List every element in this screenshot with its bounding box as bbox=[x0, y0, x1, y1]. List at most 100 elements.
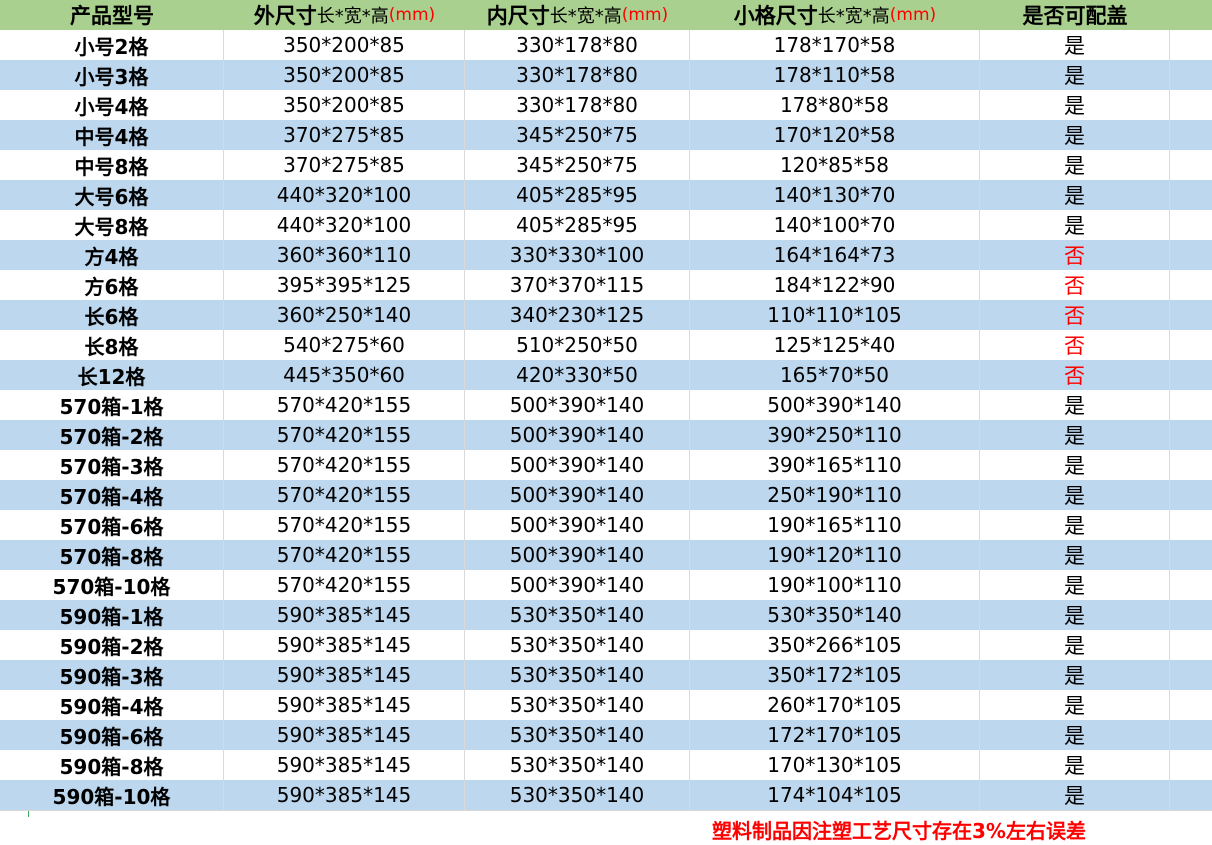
cell-size-cell[interactable]: 350*266*105 bbox=[690, 630, 980, 660]
lid-cell[interactable]: 是 bbox=[980, 420, 1170, 450]
model-cell[interactable]: 小号4格 bbox=[0, 90, 224, 120]
outer-size-cell[interactable]: 570*420*155 bbox=[224, 570, 465, 600]
inner-size-cell[interactable]: 530*350*140 bbox=[465, 600, 690, 630]
empty-cell[interactable] bbox=[1170, 480, 1212, 510]
inner-size-cell[interactable]: 500*390*140 bbox=[465, 570, 690, 600]
model-cell[interactable]: 中号4格 bbox=[0, 120, 224, 150]
cell-size-cell[interactable]: 530*350*140 bbox=[690, 600, 980, 630]
lid-cell[interactable]: 是 bbox=[980, 210, 1170, 240]
inner-size-cell[interactable]: 530*350*140 bbox=[465, 660, 690, 690]
lid-cell[interactable]: 是 bbox=[980, 540, 1170, 570]
empty-cell[interactable] bbox=[1170, 270, 1212, 300]
empty-cell[interactable] bbox=[1170, 90, 1212, 120]
cell-size-cell[interactable]: 390*250*110 bbox=[690, 420, 980, 450]
lid-cell[interactable]: 是 bbox=[980, 390, 1170, 420]
header-cell-size[interactable]: 小格尺寸 长*宽*高 (mm) bbox=[690, 0, 980, 30]
model-cell[interactable]: 590箱-8格 bbox=[0, 750, 224, 780]
inner-size-cell[interactable]: 530*350*140 bbox=[465, 720, 690, 750]
lid-cell[interactable]: 是 bbox=[980, 750, 1170, 780]
outer-size-cell[interactable]: 360*250*140 bbox=[224, 300, 465, 330]
cell-size-cell[interactable]: 174*104*105 bbox=[690, 780, 980, 810]
empty-cell[interactable] bbox=[1170, 450, 1212, 480]
outer-size-cell[interactable]: 440*320*100 bbox=[224, 180, 465, 210]
model-cell[interactable]: 570箱-3格 bbox=[0, 450, 224, 480]
empty-cell[interactable] bbox=[1170, 510, 1212, 540]
outer-size-cell[interactable]: 445*350*60 bbox=[224, 360, 465, 390]
inner-size-cell[interactable]: 500*390*140 bbox=[465, 450, 690, 480]
outer-size-cell[interactable]: 590*385*145 bbox=[224, 660, 465, 690]
model-cell[interactable]: 方6格 bbox=[0, 270, 224, 300]
model-cell[interactable]: 570箱-4格 bbox=[0, 480, 224, 510]
outer-size-cell[interactable]: 590*385*145 bbox=[224, 750, 465, 780]
cell-size-cell[interactable]: 164*164*73 bbox=[690, 240, 980, 270]
inner-size-cell[interactable]: 500*390*140 bbox=[465, 540, 690, 570]
model-cell[interactable]: 570箱-1格 bbox=[0, 390, 224, 420]
cell-size-cell[interactable]: 170*120*58 bbox=[690, 120, 980, 150]
model-cell[interactable]: 方4格 bbox=[0, 240, 224, 270]
empty-cell[interactable] bbox=[1170, 60, 1212, 90]
outer-size-cell[interactable]: 350*200*85 bbox=[224, 60, 465, 90]
cell-size-cell[interactable]: 178*170*58 bbox=[690, 30, 980, 60]
model-cell[interactable]: 590箱-1格 bbox=[0, 600, 224, 630]
lid-cell[interactable]: 是 bbox=[980, 780, 1170, 810]
empty-cell[interactable] bbox=[1170, 240, 1212, 270]
outer-size-cell[interactable]: 570*420*155 bbox=[224, 540, 465, 570]
cell-size-cell[interactable]: 390*165*110 bbox=[690, 450, 980, 480]
cell-size-cell[interactable]: 140*100*70 bbox=[690, 210, 980, 240]
outer-size-cell[interactable]: 570*420*155 bbox=[224, 450, 465, 480]
lid-cell[interactable]: 是 bbox=[980, 630, 1170, 660]
inner-size-cell[interactable]: 330*330*100 bbox=[465, 240, 690, 270]
empty-cell[interactable] bbox=[1170, 420, 1212, 450]
empty-cell[interactable] bbox=[1170, 720, 1212, 750]
lid-cell[interactable]: 是 bbox=[980, 120, 1170, 150]
model-cell[interactable]: 590箱-4格 bbox=[0, 690, 224, 720]
outer-size-cell[interactable]: 590*385*145 bbox=[224, 690, 465, 720]
empty-cell[interactable] bbox=[1170, 600, 1212, 630]
empty-cell[interactable] bbox=[1170, 660, 1212, 690]
outer-size-cell[interactable]: 440*320*100 bbox=[224, 210, 465, 240]
model-cell[interactable]: 长12格 bbox=[0, 360, 224, 390]
outer-size-cell[interactable]: 590*385*145 bbox=[224, 720, 465, 750]
outer-size-cell[interactable]: 590*385*145 bbox=[224, 780, 465, 810]
lid-cell[interactable]: 否 bbox=[980, 300, 1170, 330]
inner-size-cell[interactable]: 420*330*50 bbox=[465, 360, 690, 390]
header-inner-size[interactable]: 内尺寸 长*宽*高 (mm) bbox=[465, 0, 690, 30]
empty-cell[interactable] bbox=[1170, 150, 1212, 180]
header-model[interactable]: 产品型号 bbox=[0, 0, 224, 30]
outer-size-cell[interactable]: 590*385*145 bbox=[224, 630, 465, 660]
lid-cell[interactable]: 是 bbox=[980, 450, 1170, 480]
lid-cell[interactable]: 是 bbox=[980, 150, 1170, 180]
lid-cell[interactable]: 是 bbox=[980, 510, 1170, 540]
lid-cell[interactable]: 是 bbox=[980, 600, 1170, 630]
cell-size-cell[interactable]: 170*130*105 bbox=[690, 750, 980, 780]
lid-cell[interactable]: 是 bbox=[980, 90, 1170, 120]
lid-cell[interactable]: 是 bbox=[980, 180, 1170, 210]
model-cell[interactable]: 中号8格 bbox=[0, 150, 224, 180]
cell-size-cell[interactable]: 350*172*105 bbox=[690, 660, 980, 690]
outer-size-cell[interactable]: 570*420*155 bbox=[224, 390, 465, 420]
model-cell[interactable]: 590箱-6格 bbox=[0, 720, 224, 750]
cell-size-cell[interactable]: 178*80*58 bbox=[690, 90, 980, 120]
empty-cell[interactable] bbox=[1170, 330, 1212, 360]
outer-size-cell[interactable]: 540*275*60 bbox=[224, 330, 465, 360]
lid-cell[interactable]: 是 bbox=[980, 60, 1170, 90]
cell-size-cell[interactable]: 184*122*90 bbox=[690, 270, 980, 300]
lid-cell[interactable]: 是 bbox=[980, 690, 1170, 720]
model-cell[interactable]: 大号8格 bbox=[0, 210, 224, 240]
outer-size-cell[interactable]: 350*200*85 bbox=[224, 30, 465, 60]
inner-size-cell[interactable]: 500*390*140 bbox=[465, 480, 690, 510]
cell-size-cell[interactable]: 110*110*105 bbox=[690, 300, 980, 330]
model-cell[interactable]: 570箱-6格 bbox=[0, 510, 224, 540]
model-cell[interactable]: 570箱-2格 bbox=[0, 420, 224, 450]
cell-size-cell[interactable]: 178*110*58 bbox=[690, 60, 980, 90]
inner-size-cell[interactable]: 405*285*95 bbox=[465, 180, 690, 210]
cell-size-cell[interactable]: 190*165*110 bbox=[690, 510, 980, 540]
outer-size-cell[interactable]: 395*395*125 bbox=[224, 270, 465, 300]
lid-cell[interactable]: 是 bbox=[980, 660, 1170, 690]
inner-size-cell[interactable]: 500*390*140 bbox=[465, 390, 690, 420]
inner-size-cell[interactable]: 530*350*140 bbox=[465, 690, 690, 720]
outer-size-cell[interactable]: 570*420*155 bbox=[224, 420, 465, 450]
inner-size-cell[interactable]: 330*178*80 bbox=[465, 30, 690, 60]
outer-size-cell[interactable]: 370*275*85 bbox=[224, 150, 465, 180]
model-cell[interactable]: 570箱-10格 bbox=[0, 570, 224, 600]
